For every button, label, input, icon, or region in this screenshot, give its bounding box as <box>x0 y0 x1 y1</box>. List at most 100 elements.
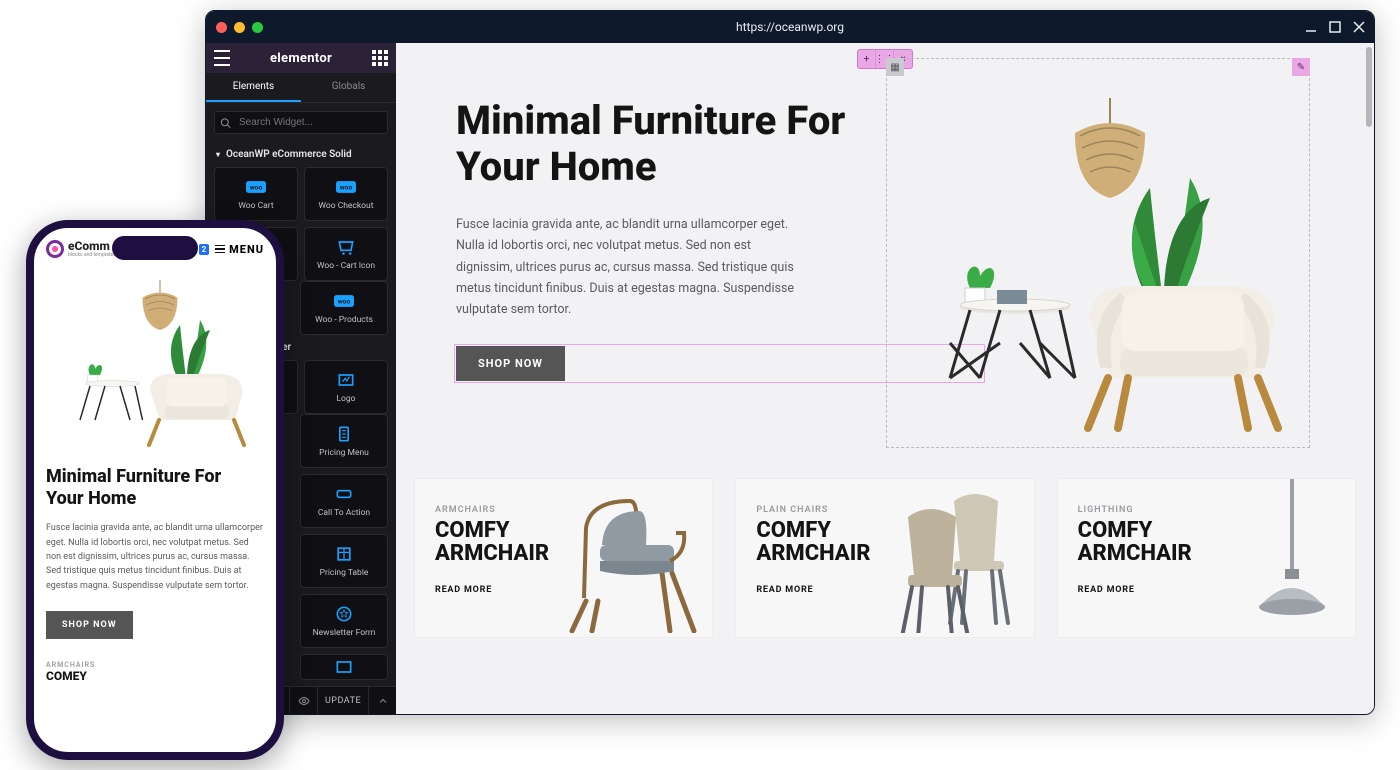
address-bar-url: https://oceanwp.org <box>736 20 844 34</box>
widget-pricing-table[interactable]: Pricing Table <box>300 534 388 588</box>
mobile-hero-image <box>50 270 260 460</box>
card-title: COMFYARMCHAIR <box>1078 519 1192 565</box>
widget-woo-cart[interactable]: woo Woo Cart <box>214 167 298 221</box>
card-title: COMFYARMCHAIR <box>756 519 870 565</box>
widget-woo-products[interactable]: woo Woo - Products <box>300 281 388 335</box>
cta-icon <box>334 484 354 504</box>
phone-screen: eComm blocks and templates 2 MENU <box>34 228 276 752</box>
card-image <box>566 483 706 633</box>
widget-label: Newsletter Form <box>313 628 376 638</box>
card-category: LIGHTHING <box>1078 505 1192 515</box>
panel-menu-icon[interactable] <box>214 50 230 66</box>
pricing-table-icon <box>334 544 354 564</box>
minimize-icon[interactable] <box>1304 20 1318 34</box>
search-icon <box>220 117 231 128</box>
card-read-more-link[interactable]: READ MORE <box>756 585 813 595</box>
woo-icon: woo <box>334 291 354 311</box>
widget-label: Woo Cart <box>238 201 273 211</box>
mobile-menu-button[interactable]: MENU <box>215 243 264 256</box>
image-icon <box>334 657 354 677</box>
tab-globals[interactable]: Globals <box>301 73 396 102</box>
column-edit-icon[interactable]: ✎ <box>1292 58 1310 76</box>
window-close-button[interactable] <box>216 22 227 33</box>
footer-chevron-up-icon[interactable] <box>368 687 396 714</box>
logo-subtext: blocks and templates <box>68 252 116 258</box>
canvas-scrollbar[interactable] <box>1366 47 1372 710</box>
widget-label: Call To Action <box>318 508 370 518</box>
woo-icon: woo <box>246 177 266 197</box>
mobile-shop-now-button[interactable]: SHOP NOW <box>46 611 133 639</box>
card-lighting[interactable]: LIGHTHING COMFYARMCHAIR READ MORE <box>1057 478 1356 638</box>
cart-count-badge: 2 <box>199 244 210 255</box>
panel-apps-icon[interactable] <box>372 50 388 66</box>
widget-woo-checkout[interactable]: woo Woo Checkout <box>304 167 388 221</box>
card-image <box>888 483 1028 633</box>
card-title: COMFYARMCHAIR <box>435 519 549 565</box>
category-ecommerce-solid[interactable]: OceanWP eCommerce Solid <box>206 142 396 167</box>
window-traffic-lights <box>216 22 263 33</box>
widget-search <box>214 111 388 134</box>
cart-icon <box>336 237 356 257</box>
column-handle-icon[interactable]: ▦ <box>886 58 904 76</box>
hero-text-column[interactable]: Minimal Furniture For Your Home Fusce la… <box>456 98 886 438</box>
close-icon[interactable] <box>1352 20 1366 34</box>
hero-image-column[interactable]: ▦ ✎ <box>886 98 1314 438</box>
card-plain-chairs[interactable]: PLAIN CHAIRS COMFYARMCHAIR READ MORE <box>735 478 1034 638</box>
widget-label: Woo - Products <box>315 315 373 325</box>
elementor-logo: elementor <box>270 51 332 66</box>
browser-window: https://oceanwp.org elementor Elements G… <box>205 10 1375 715</box>
widget-label: Pricing Table <box>320 568 369 578</box>
widget-label: Woo - Cart Icon <box>317 261 375 271</box>
widget-logo[interactable]: Logo <box>304 360 388 414</box>
card-armchairs[interactable]: ARMCHAIRS COMFYARMCHAIR READ MORE <box>414 478 713 638</box>
editor-canvas[interactable]: + ⋮⋮ × Minimal Furniture For Your Home F… <box>396 43 1374 714</box>
svg-text:woo: woo <box>340 184 353 192</box>
card-read-more-link[interactable]: READ MORE <box>1078 585 1135 595</box>
footer-preview-icon[interactable] <box>290 687 318 714</box>
footer-update-button[interactable]: UPDATE <box>318 696 368 706</box>
svg-text:woo: woo <box>338 298 351 306</box>
woo-icon: woo <box>336 177 356 197</box>
widget-extra[interactable] <box>300 654 388 680</box>
widget-pricing-menu[interactable]: Pricing Menu <box>300 414 388 468</box>
shop-now-button[interactable]: SHOP NOW <box>456 346 565 381</box>
logo-icon <box>336 370 356 390</box>
menu-label: MENU <box>229 243 264 256</box>
widget-call-to-action[interactable]: Call To Action <box>300 474 388 528</box>
widget-newsletter-form[interactable]: Newsletter Form <box>300 594 388 648</box>
widget-search-input[interactable] <box>214 111 388 134</box>
titlebar: https://oceanwp.org <box>206 11 1374 43</box>
phone-notch <box>112 236 198 260</box>
hero-furniture-image <box>886 98 1314 438</box>
pricing-menu-icon <box>334 424 354 444</box>
section-add-icon[interactable]: + <box>858 50 876 68</box>
mobile-logo[interactable]: eComm blocks and templates <box>46 240 116 258</box>
hero-heading: Minimal Furniture For Your Home <box>456 98 886 190</box>
widget-label: Logo <box>336 394 355 404</box>
logo-text: eComm <box>68 240 116 252</box>
widget-woo-cart-icon[interactable]: Woo - Cart Icon <box>304 227 388 281</box>
window-controls-right <box>1304 20 1366 34</box>
card-category: ARMCHAIRS <box>435 505 549 515</box>
maximize-icon[interactable] <box>1328 20 1342 34</box>
tab-elements[interactable]: Elements <box>206 73 301 102</box>
hero-heading-line1: Minimal Furniture For <box>456 97 845 144</box>
phone-mockup: eComm blocks and templates 2 MENU <box>26 220 284 760</box>
window-zoom-button[interactable] <box>252 22 263 33</box>
mobile-hero-description: Fusce lacinia gravida ante, ac blandit u… <box>46 521 264 593</box>
mobile-card-category: ARMCHAIRS <box>46 661 264 669</box>
widget-label: Woo Checkout <box>318 201 373 211</box>
card-category: PLAIN CHAIRS <box>756 505 870 515</box>
hero-heading-line2: Your Home <box>456 144 886 190</box>
card-read-more-link[interactable]: READ MORE <box>435 585 492 595</box>
svg-text:woo: woo <box>250 184 263 192</box>
mobile-card-title-fragment: COMEY <box>46 669 264 683</box>
product-cards-row: ARMCHAIRS COMFYARMCHAIR READ MORE <box>396 468 1374 662</box>
widget-label: Pricing Menu <box>319 448 369 458</box>
mobile-hero-heading: Minimal Furniture ForYour Home <box>46 466 264 509</box>
hero-description: Fusce lacinia gravida ante, ac blandit u… <box>456 214 796 320</box>
hamburger-icon <box>215 245 225 254</box>
card-image <box>1247 479 1337 629</box>
window-minimize-button[interactable] <box>234 22 245 33</box>
newsletter-icon <box>334 604 354 624</box>
